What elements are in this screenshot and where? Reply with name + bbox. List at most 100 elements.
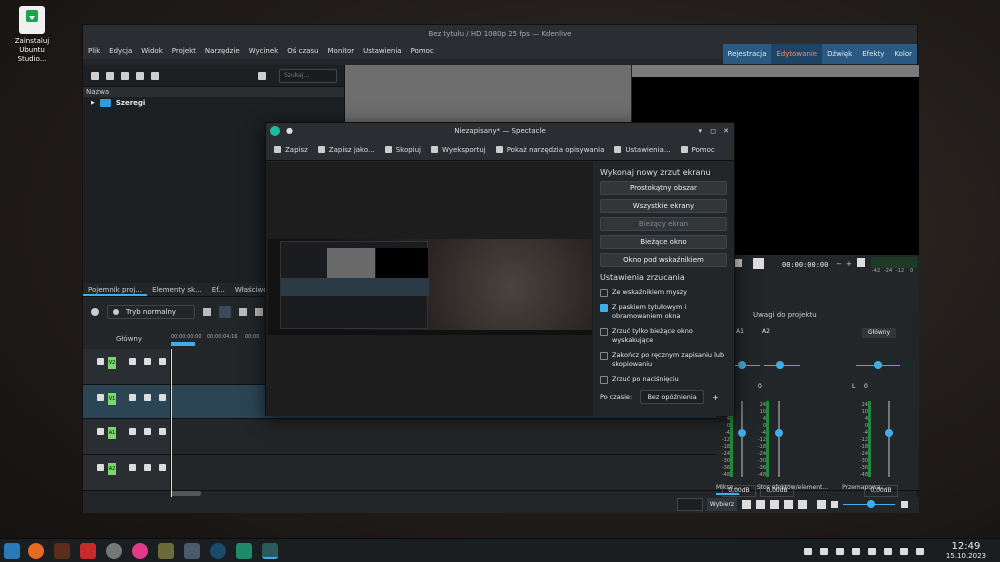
track-tag[interactable]: V1 [108,393,116,405]
zoom-in-icon[interactable] [901,501,908,508]
expand-arrow-icon[interactable]: ▶ [91,97,95,109]
arrow-down-icon[interactable] [97,428,104,435]
zoom-out-icon[interactable] [831,501,838,508]
kdenlive-titlebar[interactable]: Bez tytułu / HD 1080p 25 fps — Kdenlive [83,25,917,43]
split-icon[interactable] [770,500,779,509]
display-icon[interactable] [900,548,908,555]
expand-icon[interactable] [798,500,807,509]
select-tool-icon[interactable] [219,306,231,318]
thumbnail-icon[interactable] [784,500,793,509]
lock-icon[interactable] [159,464,166,471]
inkscape-icon[interactable] [236,543,252,559]
krita-icon[interactable] [80,543,96,559]
markers-icon[interactable] [857,258,865,267]
save-as-button[interactable]: Zapisz jako... [317,146,375,154]
pan-value-master[interactable]: 0 [864,383,868,390]
menu-plik[interactable]: Plik [88,43,100,59]
settings-button[interactable]: Ustawienia... [614,146,671,154]
razor-tool-icon[interactable] [239,308,247,316]
tag-icon[interactable] [136,71,144,80]
lock-icon[interactable] [159,358,166,365]
tab-composition[interactable]: Elementy sk... [147,283,207,296]
checkbox[interactable] [600,352,608,360]
lock-icon[interactable] [159,394,166,401]
increment-icon[interactable]: + [712,393,719,402]
gimp-icon[interactable] [158,543,174,559]
arrow-down-icon[interactable] [97,394,104,401]
menu-wycinek[interactable]: Wycinek [249,43,279,59]
list-view-icon[interactable] [151,71,159,80]
option-popup-only[interactable]: Zrzuć tylko bieżące okno wyskakujące [600,327,727,345]
volume-fader-master[interactable] [885,429,893,437]
menu-os-czasu[interactable]: Oś czasu [287,43,318,59]
close-icon[interactable]: ✕ [723,123,729,139]
tab-project-bin[interactable]: Pojemnik proj... [83,283,148,296]
zoom-out-icon[interactable]: − [836,260,842,268]
tab-effects[interactable]: Ef... [207,283,230,296]
kdenlive-launcher-icon[interactable] [132,543,148,559]
bin-column-header[interactable]: Nazwa [83,87,344,97]
bin-item-sequences[interactable]: ▶ Szeregi [83,97,344,109]
annotate-button[interactable]: Pokaż narzędzia opisywania [495,146,604,154]
rectangular-region-button[interactable]: Prostokątny obszar [600,181,727,195]
fit-zoom-icon[interactable] [817,500,826,509]
pan-knob-a1[interactable] [738,361,746,369]
clock[interactable]: 12:49 15.10.2023 [946,541,986,561]
active-window-button[interactable]: Bieżące okno [600,235,727,249]
checkbox-checked[interactable] [600,304,608,312]
effect-icon[interactable] [129,394,136,401]
tag-icon[interactable] [742,500,751,509]
option-mouse-pointer[interactable]: Ze wskaźnikiem myszy [600,288,727,297]
delay-spinbox[interactable]: Bez opóźnienia [640,390,705,404]
lock-icon[interactable] [159,428,166,435]
choose-button[interactable]: Wybierz [707,498,737,511]
pan-knob-a2[interactable] [776,361,784,369]
spectacle-titlebar[interactable]: ● Niezapisany* — Spectacle ▾ ◻ ✕ [266,123,734,139]
option-titlebar-border[interactable]: Z paskiem tytułowym i obramowaniem okna [600,303,727,321]
camera-icon[interactable] [144,358,151,365]
effect-icon[interactable] [129,464,136,471]
spectacle-task-icon[interactable] [262,543,278,559]
snap-icon[interactable] [203,308,211,316]
folder-tray-icon[interactable] [820,548,828,555]
tab-effect-stack[interactable]: Stos efektów/element... [757,484,828,495]
effect-icon[interactable] [129,358,136,365]
zoom-in-icon[interactable]: + [846,260,852,268]
device-icon[interactable] [836,548,844,555]
help-button[interactable]: Pomoc [680,146,715,154]
bluetooth-icon[interactable] [852,548,860,555]
save-button[interactable]: Zapisz [274,146,308,154]
maximize-icon[interactable]: ◻ [710,123,716,139]
delete-icon[interactable] [121,71,129,80]
folder-icon[interactable] [106,71,114,80]
ardour-icon[interactable] [54,543,70,559]
window-under-cursor-button[interactable]: Okno pod wskaźnikiem [600,253,727,267]
track-tag[interactable]: V2 [108,357,116,369]
export-button[interactable]: Wyeksportuj [431,146,486,154]
track-tag[interactable]: A2 [108,463,116,475]
checkbox[interactable] [600,289,608,297]
firefox-icon[interactable] [28,543,44,559]
tab-project-notes[interactable]: Uwagi do projektu [753,311,817,319]
filter-icon[interactable] [258,71,266,80]
speaker-icon[interactable] [144,464,151,471]
monitor-timecode[interactable]: 00:00:00:00 [782,261,828,269]
workspace-rejestracja[interactable]: Rejestracja [723,44,772,64]
screenshot-preview[interactable] [266,162,593,416]
edit-mode-select[interactable]: Tryb normalny [107,305,195,319]
menu-edycja[interactable]: Edycja [109,43,132,59]
zone-bar[interactable] [171,342,195,346]
screenshot-image[interactable] [268,239,592,335]
timeline-scrollbar[interactable] [171,491,201,496]
speaker-icon[interactable] [144,428,151,435]
pan-knob-master[interactable] [874,361,882,369]
workspace-edytowanie[interactable]: Edytowanie [771,44,823,64]
volume-fader-a2[interactable] [775,429,783,437]
pan-value-a2[interactable]: 0 [758,383,762,390]
keep-above-icon[interactable]: ● [286,123,293,139]
darktable-icon[interactable] [106,543,122,559]
menu-pomoc[interactable]: Pomoc [411,43,434,59]
tab-remap[interactable]: Przemapowa... [842,484,886,495]
workspace-kolor[interactable]: Kolor [889,44,917,64]
workspace-efekty[interactable]: Efekty [857,44,889,64]
